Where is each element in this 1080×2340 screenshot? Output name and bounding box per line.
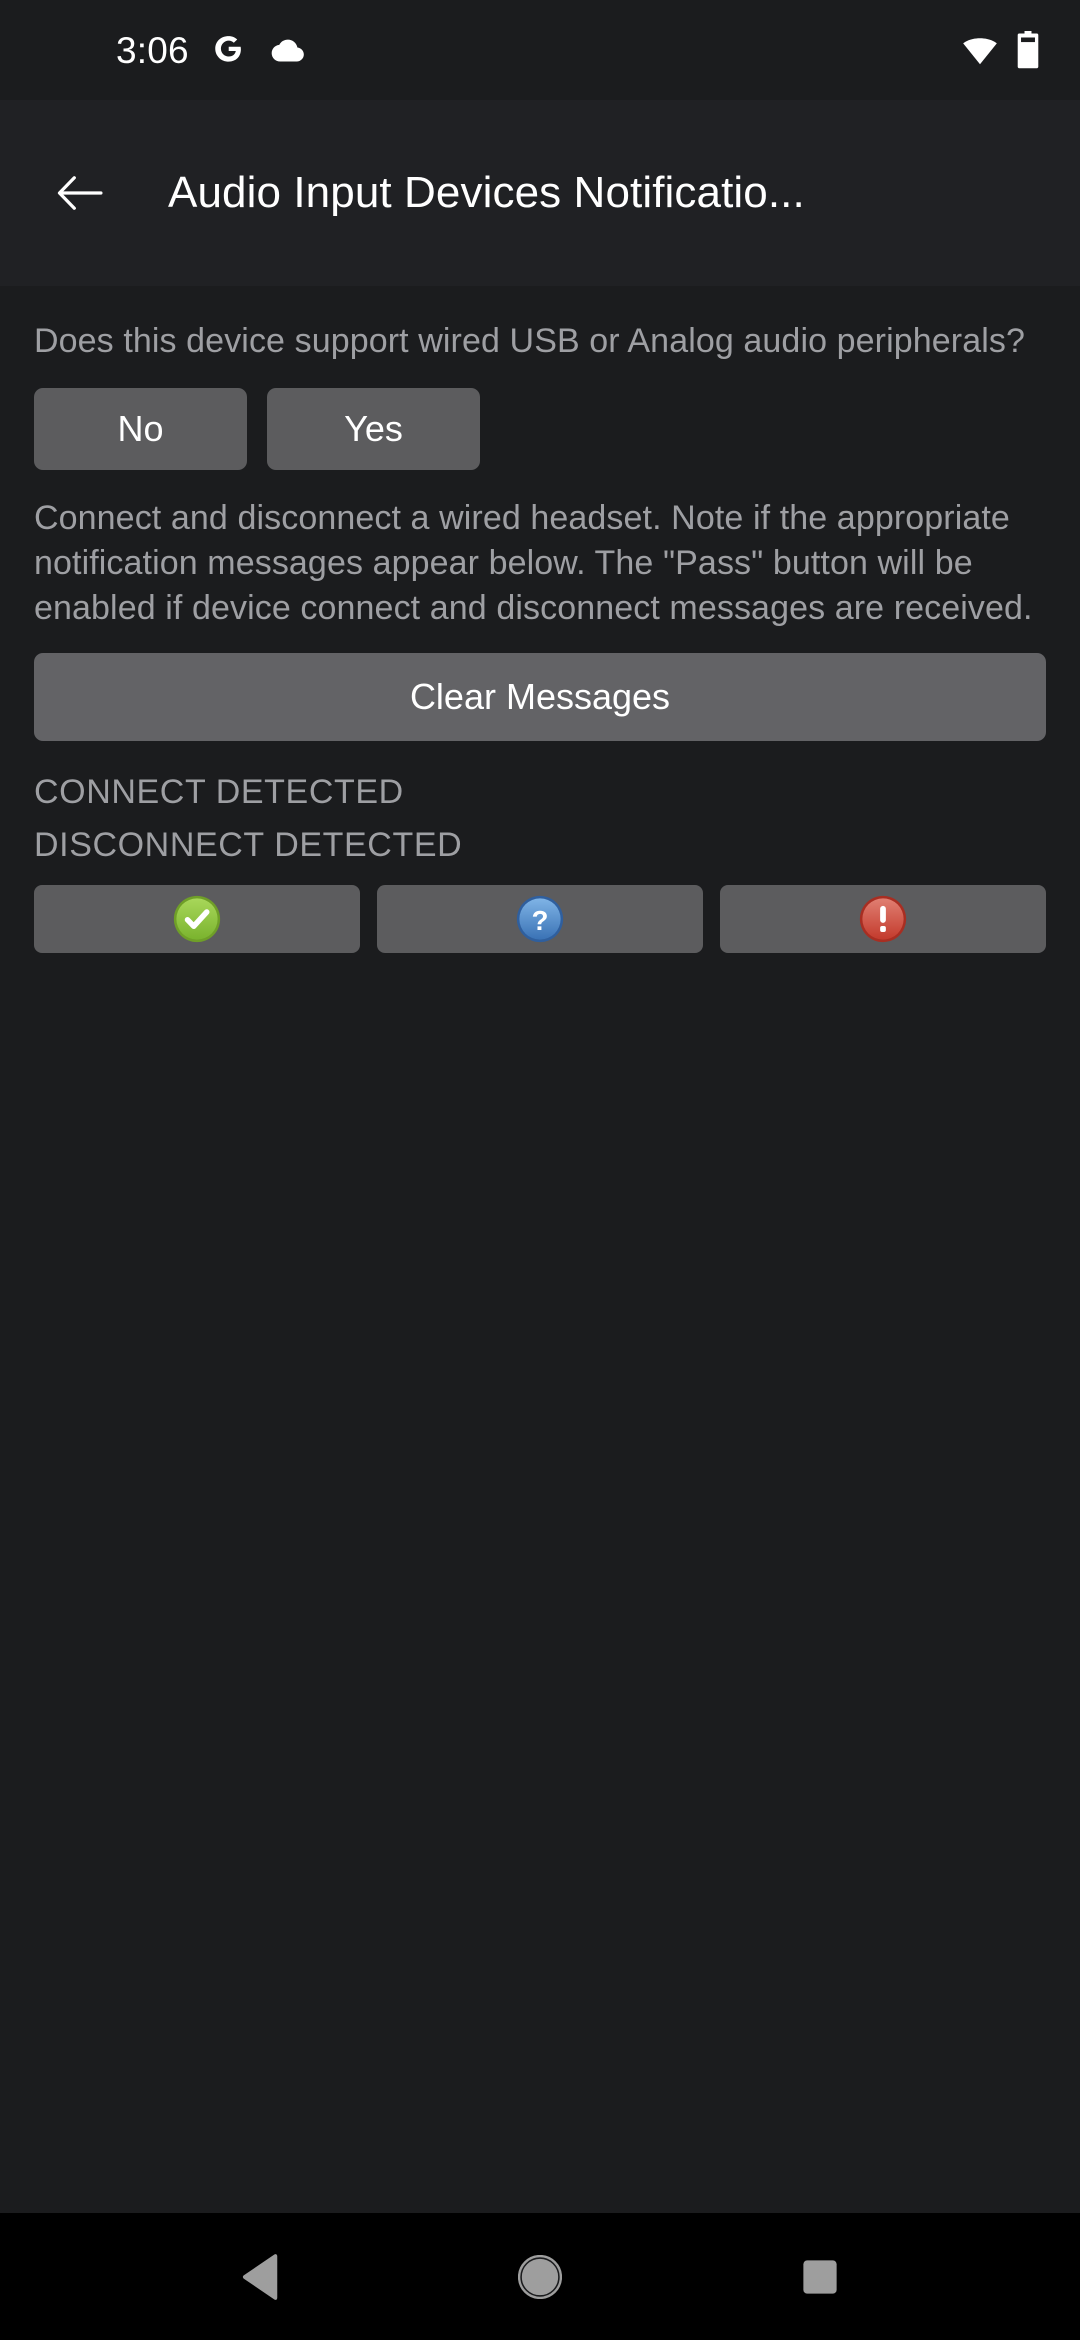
svg-text:?: ? — [532, 905, 549, 936]
exclamation-circle-icon — [858, 894, 908, 944]
fail-button[interactable] — [720, 885, 1046, 953]
no-button[interactable]: No — [34, 388, 247, 470]
back-button[interactable] — [42, 155, 118, 231]
yes-button[interactable]: Yes — [267, 388, 480, 470]
question-circle-icon: ? — [515, 894, 565, 944]
check-circle-icon — [172, 894, 222, 944]
navigation-bar — [0, 2213, 1080, 2340]
battery-icon — [1016, 31, 1040, 69]
message-line-disconnect: DISCONNECT DETECTED — [34, 826, 463, 864]
status-bar: 3:06 — [0, 0, 1080, 100]
google-g-icon — [211, 33, 245, 67]
message-line-connect: CONNECT DETECTED — [34, 773, 404, 811]
status-bar-left: 3:06 — [38, 32, 305, 69]
app-bar: Audio Input Devices Notificatio... — [0, 100, 1080, 286]
main-content: Does this device support wired USB or An… — [0, 286, 1080, 2213]
nav-back-button[interactable] — [200, 2237, 320, 2317]
cloud-icon — [267, 35, 305, 65]
nav-recents-icon — [801, 2258, 839, 2296]
clear-messages-button[interactable]: Clear Messages — [34, 653, 1046, 741]
status-clock: 3:06 — [116, 29, 189, 71]
page-title: Audio Input Devices Notificatio... — [168, 168, 805, 217]
nav-home-button[interactable] — [480, 2237, 600, 2317]
instruction-text: Connect and disconnect a wired headset. … — [34, 499, 1033, 627]
nav-recents-button[interactable] — [760, 2237, 880, 2317]
back-arrow-icon — [57, 174, 103, 212]
pass-button[interactable] — [34, 885, 360, 953]
nav-home-icon — [518, 2254, 562, 2299]
wifi-icon — [962, 32, 998, 68]
yes-no-button-row: No Yes — [34, 388, 1046, 470]
verdict-button-row: ? — [34, 885, 1046, 953]
info-button[interactable]: ? — [377, 885, 703, 953]
status-bar-right — [962, 31, 1040, 69]
support-question-text: Does this device support wired USB or An… — [34, 322, 1025, 360]
message-log: CONNECT DETECTED DISCONNECT DETECTED — [34, 766, 1046, 872]
nav-back-icon — [240, 2253, 280, 2300]
